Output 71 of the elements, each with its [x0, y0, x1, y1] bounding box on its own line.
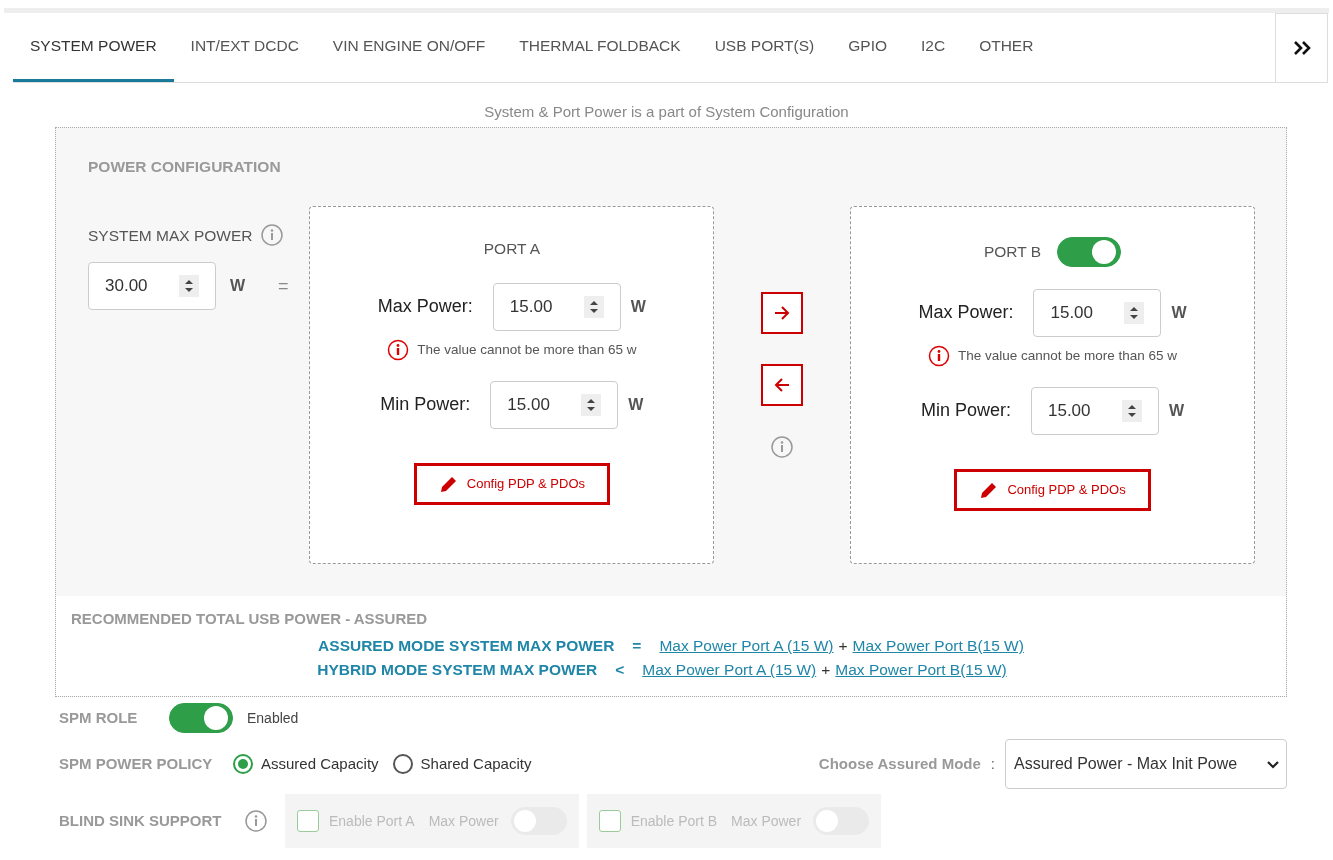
operator-sign: < [615, 660, 625, 681]
setting-label: BLIND SINK SUPPORT [59, 811, 223, 831]
double-chevron-icon [1292, 39, 1311, 57]
status-text: Enabled [247, 708, 299, 728]
formula-link[interactable]: Max Power Port B(15 W) [835, 658, 1007, 683]
formula-link[interactable]: Max Power Port A (15 W) [659, 634, 834, 659]
number-field[interactable]: 15.00 [492, 282, 621, 331]
config-button[interactable]: Config PDP & PDOs [954, 468, 1151, 511]
section-title: POWER CONFIGURATION [87, 156, 282, 177]
arrow-left-button[interactable] [761, 363, 804, 406]
tab[interactable]: I2C [904, 13, 963, 82]
formula-label: HYBRID MODE SYSTEM MAX POWER [317, 660, 598, 681]
warning-icon [387, 338, 410, 361]
setting-label: SPM POWER POLICY [59, 754, 214, 774]
unit-label: W [1171, 302, 1187, 323]
warning-text: The value cannot be more than 65 w [957, 346, 1178, 365]
plus-sign: + [838, 636, 848, 657]
unit-label: W [230, 276, 246, 296]
number-field[interactable]: 15.00 [490, 380, 619, 429]
tab[interactable]: SYSTEM POWER [13, 13, 174, 82]
port-toggle[interactable] [1057, 236, 1122, 267]
checkbox-label: Enable Port B [630, 811, 718, 831]
number-field[interactable]: 15.00 [1033, 288, 1162, 337]
dropdown-caret-icon [1266, 758, 1280, 771]
port-title: PORT A [483, 239, 541, 260]
info-icon [245, 810, 267, 833]
setting-label: SPM ROLE [59, 708, 139, 728]
plus-sign: + [821, 660, 831, 681]
unit-label: W [630, 296, 646, 317]
warning-text: The value cannot be more than 65 w [417, 340, 637, 359]
port-title: PORT B [983, 242, 1042, 263]
field-label: Min Power: [920, 399, 1011, 423]
info-icon [260, 224, 283, 247]
arrow-right-button[interactable] [761, 291, 804, 334]
switch-label: Max Power [428, 811, 499, 831]
checkbox-label: Enable Port A [329, 811, 415, 831]
number-field[interactable]: 30.00 [88, 262, 216, 310]
colon-text: : [990, 754, 995, 774]
number-field[interactable]: 15.00 [1030, 386, 1159, 435]
tab[interactable]: INT/EXT DCDC [173, 13, 316, 82]
equals-sign: = [278, 274, 289, 298]
switch-label: Max Power [731, 811, 802, 831]
unit-label: W [628, 394, 644, 415]
operator-sign: = [632, 636, 642, 657]
tab[interactable]: VIN ENGINE ON/OFF [315, 13, 503, 82]
formula-label: ASSURED MODE SYSTEM MAX POWER [318, 636, 615, 657]
spm-role-toggle[interactable] [169, 703, 233, 734]
spinner-arrows-icon[interactable] [585, 397, 598, 412]
tab[interactable]: THERMAL FOLDBACK [502, 13, 698, 82]
radio-option[interactable]: Assured Capacity [233, 753, 379, 776]
formula-link[interactable]: Max Power Port A (15 W) [642, 658, 817, 683]
spinner-arrows-icon[interactable] [183, 279, 195, 293]
spinner-arrows-icon[interactable] [1128, 305, 1141, 320]
warning-icon [927, 344, 950, 367]
radio-option[interactable]: Shared Capacity [392, 753, 532, 776]
formula-link[interactable]: Max Power Port B(15 W) [852, 634, 1024, 659]
unit-label: W [1168, 400, 1185, 421]
field-label: Choose Assured Mode [818, 754, 981, 774]
info-icon [771, 435, 794, 458]
tab[interactable]: GPIO [831, 13, 904, 82]
section-title: RECOMMENDED TOTAL USB POWER - ASSURED [71, 608, 429, 629]
note-text: System & Port Power is a part of System Configuration [483, 102, 850, 122]
field-label: Max Power: [377, 295, 473, 319]
field-label: SYSTEM MAX POWER [88, 225, 253, 246]
field-label: Max Power: [918, 301, 1014, 325]
config-button[interactable]: Config PDP & PDOs [413, 462, 611, 505]
mode-select[interactable]: Assured Power - Max Init Powe [1005, 739, 1287, 790]
tab[interactable]: USB PORT(S) [697, 13, 832, 82]
more-tabs-button[interactable] [1275, 13, 1328, 83]
field-label: Min Power: [380, 393, 471, 417]
tab[interactable]: OTHER [962, 13, 1051, 82]
